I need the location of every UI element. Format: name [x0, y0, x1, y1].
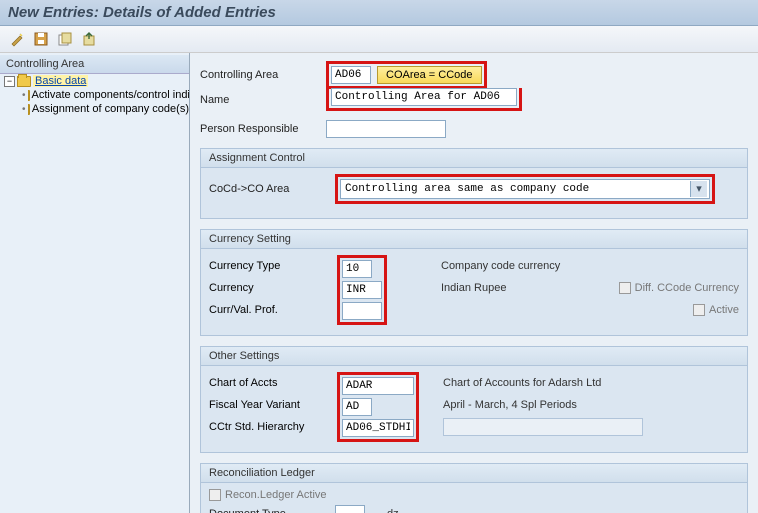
highlight-currency-inputs	[337, 255, 387, 325]
collapse-icon[interactable]: −	[4, 76, 15, 87]
highlight-name	[326, 88, 522, 111]
tree-root-basic-data[interactable]: − Basic data	[4, 74, 189, 88]
person-responsible-input[interactable]	[326, 120, 446, 138]
folder-icon	[28, 104, 30, 115]
cocd-co-area-dropdown[interactable]: Controlling area same as company code	[340, 179, 710, 199]
assignment-control-title: Assignment Control	[201, 149, 747, 168]
reconciliation-ledger-title: Reconciliation Ledger	[201, 464, 747, 483]
tree-root-label: Basic data	[33, 75, 88, 87]
fiscal-year-label: Fiscal Year Variant	[209, 399, 300, 411]
tree-item-label: Assignment of company code(s)	[32, 103, 189, 115]
coarea-ccode-button[interactable]: COArea = CCode	[377, 66, 482, 84]
currency-descr: Indian Rupee	[441, 282, 506, 294]
dropdown-value: Controlling area same as company code	[345, 183, 589, 195]
person-responsible-label: Person Responsible	[200, 123, 320, 135]
currency-label: Currency	[209, 282, 254, 294]
currency-type-descr: Company code currency	[441, 260, 560, 272]
fiscal-year-descr: April - March, 4 Spl Periods	[443, 399, 577, 411]
content-area: Controlling Area COArea = CCode Name Per…	[190, 53, 758, 513]
curr-val-prof-input[interactable]	[342, 302, 382, 320]
cctr-hierarchy-label: CCtr Std. Hierarchy	[209, 421, 304, 433]
tree-item-activate-components[interactable]: • Activate components/control indicators	[22, 88, 189, 102]
curr-val-prof-label: Curr/Val. Prof.	[209, 304, 278, 316]
document-type-descr: dz	[387, 508, 399, 513]
toolbar	[0, 26, 758, 53]
other-settings-group: Other Settings Chart of Accts Fiscal Yea…	[200, 346, 748, 453]
chart-accts-input[interactable]	[342, 377, 414, 395]
assignment-control-group: Assignment Control CoCd->CO Area Control…	[200, 148, 748, 219]
currency-input[interactable]	[342, 281, 382, 299]
navigation-tree-panel: Controlling Area − Basic data • Activate…	[0, 53, 190, 513]
folder-icon	[28, 90, 30, 101]
tree-item-label: Activate components/control indicators	[32, 89, 189, 101]
highlight-other-inputs	[337, 372, 419, 442]
highlight-cocd: Controlling area same as company code	[335, 174, 715, 204]
name-input[interactable]	[331, 88, 517, 106]
currency-type-input[interactable]	[342, 260, 372, 278]
highlight-controlling-area: COArea = CCode	[326, 61, 487, 89]
chart-accts-descr: Chart of Accounts for Adarsh Ltd	[443, 377, 601, 389]
controlling-area-input[interactable]	[331, 66, 371, 84]
window-title: New Entries: Details of Added Entries	[0, 0, 758, 26]
cocd-co-area-label: CoCd->CO Area	[209, 183, 329, 195]
export-icon[interactable]	[80, 30, 98, 48]
other-settings-title: Other Settings	[201, 347, 747, 366]
controlling-area-label: Controlling Area	[200, 69, 320, 81]
chart-accts-label: Chart of Accts	[209, 377, 277, 389]
name-label: Name	[200, 94, 320, 106]
cctr-hierarchy-readonly	[443, 418, 643, 436]
cctr-hierarchy-input[interactable]	[342, 419, 414, 437]
active-checkbox[interactable]: Active	[693, 304, 739, 316]
folder-open-icon	[17, 76, 31, 87]
tree-header: Controlling Area	[0, 55, 189, 74]
document-type-input[interactable]	[335, 505, 365, 513]
tree-item-assignment-company-code[interactable]: • Assignment of company code(s)	[22, 102, 189, 116]
wand-icon[interactable]	[8, 30, 26, 48]
save-icon[interactable]	[32, 30, 50, 48]
document-type-label: Document Type	[209, 508, 329, 513]
recon-ledger-active-checkbox[interactable]: Recon.Ledger Active	[209, 489, 335, 501]
fiscal-year-input[interactable]	[342, 398, 372, 416]
currency-type-label: Currency Type	[209, 260, 280, 272]
reconciliation-ledger-group: Reconciliation Ledger Recon.Ledger Activ…	[200, 463, 748, 513]
currency-setting-title: Currency Setting	[201, 230, 747, 249]
diff-ccode-currency-checkbox[interactable]: Diff. CCode Currency	[619, 282, 739, 294]
copy-icon[interactable]	[56, 30, 74, 48]
currency-setting-group: Currency Setting Currency Type Currency …	[200, 229, 748, 336]
